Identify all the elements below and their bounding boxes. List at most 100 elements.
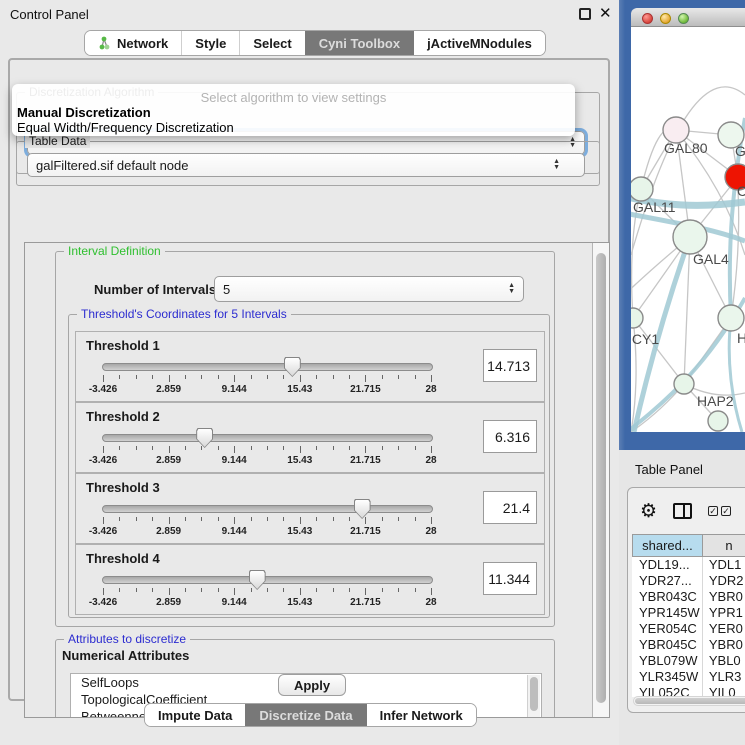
table-panel-section: Table Panel ⚙ ✓ ✓ shared... n YDL19...YD… [619,450,745,745]
vertical-scrollbar[interactable] [592,243,609,717]
slider-minor-tick [185,375,186,379]
network-node-gal4[interactable] [673,220,707,254]
tab-impute-data[interactable]: Impute Data [145,704,245,726]
scrollbar-thumb[interactable] [596,253,606,703]
checkbox-icon[interactable]: ✓ [708,506,718,516]
threshold-slider-thumb[interactable] [249,570,266,590]
threshold-slider-track[interactable] [102,576,433,584]
tab-network[interactable]: Network [85,31,181,55]
table-cell[interactable]: YER054C [632,621,703,637]
threshold-panel: Threshold 2 6.316 -3.4262.8599.14415.432… [75,402,545,473]
slider-minor-tick [119,446,120,450]
popup-hint: Select algorithm to view settings [12,90,575,105]
tab-style[interactable]: Style [181,31,239,55]
threshold-label: Threshold 4 [86,551,160,566]
table-cell[interactable]: YDR27... [632,573,703,589]
threshold-slider-thumb[interactable] [284,357,301,377]
tab-infer-network[interactable]: Infer Network [366,704,476,726]
close-icon[interactable]: ✕ [599,4,612,22]
table-cell[interactable]: YBR045C [632,637,703,653]
combo-stepper-icon: ▲▼ [553,154,560,176]
slider-minor-tick [382,375,383,379]
table-row[interactable]: YPR145WYPR1 [632,605,745,621]
number-of-intervals-combobox[interactable]: 5 ▲▼ [214,276,524,302]
slider-minor-tick [136,588,137,592]
table-row[interactable]: YER054CYER0 [632,621,745,637]
zoom-traffic-light-icon[interactable] [678,13,689,24]
threshold-slider-thumb[interactable] [354,499,371,519]
gear-icon[interactable]: ⚙ [640,500,657,523]
network-node-gal11[interactable] [631,177,653,201]
table-row[interactable]: YBR043CYBR0 [632,589,745,605]
scrollbar-thumb[interactable] [530,677,538,711]
table-row[interactable]: YLR345WYLR3 [632,669,745,685]
table-cell[interactable]: YDL19... [632,557,703,573]
horizontal-scrollbar[interactable] [633,696,745,706]
control-panel-titlebar: Control Panel ✕ [0,0,619,28]
slider-major-tick [365,375,366,382]
column-header-name[interactable]: n [703,534,745,557]
menu-item-manual-discretization[interactable]: Manual Discretization [17,105,151,120]
threshold-slider-track[interactable] [102,363,433,371]
slider-minor-tick [349,588,350,592]
network-node[interactable] [708,411,728,431]
slider-minor-tick [333,588,334,592]
network-node-gcy1[interactable] [631,308,643,328]
table-row[interactable]: YBR045CYBR0 [632,637,745,653]
threshold-value-field[interactable]: 6.316 [483,420,537,453]
table-cell[interactable]: YLR345W [632,669,703,685]
table-cell[interactable]: YBL0 [703,653,745,669]
table-cell[interactable]: YBR0 [703,637,745,653]
scrollbar-thumb[interactable] [635,698,745,704]
slider-tick-label: 2.859 [156,384,181,395]
threshold-value-field[interactable]: 11.344 [483,562,537,595]
table-cell[interactable]: YDL1 [703,557,745,573]
slider-minor-tick [349,446,350,450]
tab-select[interactable]: Select [239,31,304,55]
slider-tick-label: 21.715 [350,597,381,608]
column-split-icon[interactable] [673,503,692,519]
slider-minor-tick [136,517,137,521]
table-data-combobox[interactable]: galFiltered.sif default node ▲▼ [27,153,585,177]
table-row[interactable]: YBL079WYBL0 [632,653,745,669]
threshold-value-field[interactable]: 21.4 [483,491,537,524]
tab-discretize-data[interactable]: Discretize Data [245,704,365,726]
table-cell[interactable]: YBR043C [632,589,703,605]
slider-tick-label: -3.426 [89,597,117,608]
slider-tick-label: 28 [425,597,436,608]
slider-major-tick [234,588,235,595]
list-scrollbar[interactable] [527,675,540,718]
close-traffic-light-icon[interactable] [642,13,653,24]
column-header-shared-name[interactable]: shared... [632,534,703,557]
slider-tick-label: 9.144 [222,455,247,466]
threshold-slider-thumb[interactable] [196,428,213,448]
threshold-value-field[interactable]: 14.713 [483,349,537,382]
algorithm-dropdown-popup: Select algorithm to view settings Manual… [12,84,575,136]
tab-cyni-toolbox[interactable]: Cyni Toolbox [305,31,413,55]
slider-minor-tick [415,517,416,521]
apply-button[interactable]: Apply [278,674,346,696]
table-cell[interactable]: YLR3 [703,669,745,685]
table-cell[interactable]: YBL079W [632,653,703,669]
table-row[interactable]: YDR27...YDR2 [632,573,745,589]
menu-item-equal-width-frequency[interactable]: Equal Width/Frequency Discretization [17,120,234,135]
float-window-icon[interactable] [579,8,591,20]
table-cell[interactable]: YPR145W [632,605,703,621]
threshold-slider-track[interactable] [102,505,433,513]
threshold-slider-track[interactable] [102,434,433,442]
network-canvas[interactable]: GAL80GCGAL11GAL4GCY1HHAP2 [631,27,745,432]
table-cell[interactable]: YER0 [703,621,745,637]
checkbox-icon[interactable]: ✓ [721,506,731,516]
tab-jactivemnodules[interactable]: jActiveMNodules [413,31,545,55]
slider-minor-tick [316,446,317,450]
table-cell[interactable]: YBR0 [703,589,745,605]
minimize-traffic-light-icon[interactable] [660,13,671,24]
table-row[interactable]: YDL19...YDL1 [632,557,745,573]
slider-minor-tick [185,446,186,450]
network-node-hap2[interactable] [674,374,694,394]
slider-minor-tick [415,446,416,450]
table-cell[interactable]: YDR2 [703,573,745,589]
network-node[interactable] [718,305,744,331]
slider-minor-tick [382,517,383,521]
table-cell[interactable]: YPR1 [703,605,745,621]
